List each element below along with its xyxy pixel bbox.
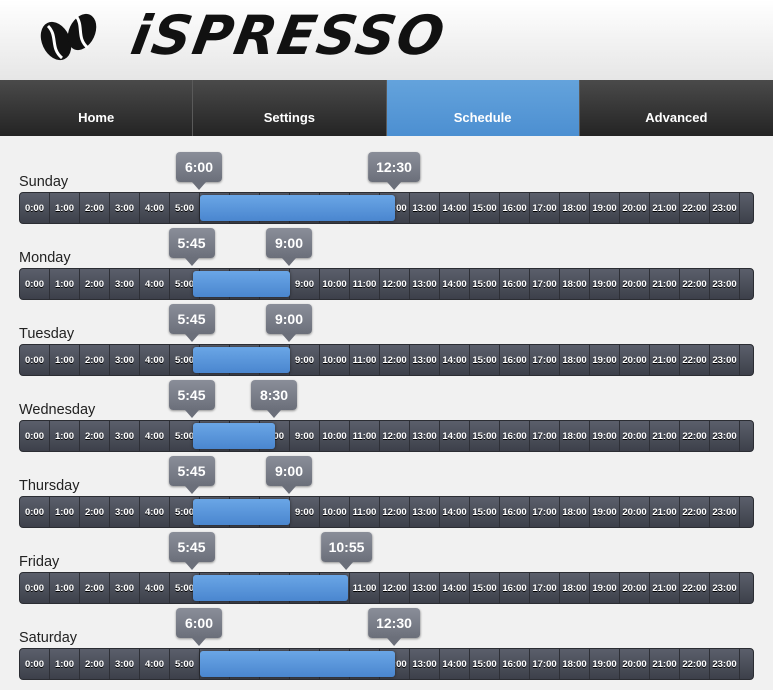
day-row-saturday: Saturday 0:001:002:003:004:005:006:007:00… (0, 592, 773, 680)
day-row-monday: Monday0:001:002:003:004:005:006:007:008:… (0, 212, 773, 300)
tab-settings[interactable]: Settings (193, 80, 387, 136)
hour-tick-label: 14:00 (440, 649, 470, 679)
end-time-handle[interactable]: 10:55 (320, 532, 373, 570)
end-time-handle[interactable]: 8:30 (251, 380, 297, 418)
tab-label: Settings (263, 110, 316, 125)
weekly-schedule: Sunday 0:001:002:003:004:005:006:007:008:… (0, 136, 773, 690)
time-slider-track[interactable]: 0:001:002:003:004:005:006:007:008:009:00… (19, 648, 754, 680)
hour-tick-label: 1:00 (50, 649, 80, 679)
hour-tick-label: 20:00 (620, 649, 650, 679)
header: iSPRESSO (0, 0, 773, 80)
hour-tick-label: 18:00 (560, 649, 590, 679)
tab-advanced[interactable]: Advanced (580, 80, 773, 136)
day-label: Friday (19, 554, 60, 570)
start-time-handle[interactable]: 5:45 (168, 532, 215, 570)
start-time-handle[interactable]: 6:00 (176, 152, 222, 190)
day-label: Monday (19, 250, 71, 266)
selected-time-range[interactable] (200, 651, 395, 677)
hour-tick-label: 15:00 (470, 649, 500, 679)
start-time-handle[interactable]: 5:45 (168, 304, 215, 342)
tab-label: Home (78, 110, 115, 125)
tab-home[interactable]: Home (0, 80, 194, 136)
day-row-friday: Friday0:001:002:003:004:005:006:007:008:… (0, 516, 773, 604)
hour-tick-label: 13:00 (410, 649, 440, 679)
start-time-handle[interactable]: 5:45 (168, 456, 215, 494)
brand-logo: iSPRESSO (126, 4, 451, 67)
day-label: Thursday (19, 478, 80, 494)
end-time-handle[interactable]: 9:00 (266, 304, 312, 342)
hour-tick-label: 2:00 (80, 649, 110, 679)
hour-tick-label: 23:00 (710, 649, 740, 679)
day-row-tuesday: Tuesday0:001:002:003:004:005:006:007:008… (0, 288, 773, 376)
start-time-handle[interactable]: 5:45 (168, 380, 215, 418)
coffee-bean-icon (40, 13, 97, 61)
hour-tick-label: 17:00 (530, 649, 560, 679)
hour-tick-label: 3:00 (110, 649, 140, 679)
day-label: Tuesday (19, 326, 75, 342)
main-nav: Home Settings Schedule Advanced (0, 80, 773, 136)
hour-tick-label: 5:00 (170, 649, 200, 679)
tab-schedule[interactable]: Schedule (386, 80, 580, 136)
end-time-handle[interactable]: 9:00 (266, 228, 312, 266)
tab-label: Advanced (645, 110, 708, 125)
end-time-handle[interactable]: 12:30 (368, 152, 420, 190)
day-row-wednesday: Wednesday0:001:002:003:004:005:006:007:0… (0, 364, 773, 452)
hour-tick-label: 21:00 (650, 649, 680, 679)
start-time-handle[interactable]: 6:00 (176, 608, 222, 646)
day-label: Saturday (19, 630, 78, 646)
day-label: Sunday (19, 174, 69, 190)
hour-tick-label: 19:00 (590, 649, 620, 679)
start-time-handle[interactable]: 5:45 (168, 228, 215, 266)
hour-tick-label: 22:00 (680, 649, 710, 679)
hour-tick-label: 4:00 (140, 649, 170, 679)
day-row-thursday: Thursday0:001:002:003:004:005:006:007:00… (0, 440, 773, 528)
hour-tick-label: 16:00 (500, 649, 530, 679)
hour-tick-label: 0:00 (20, 649, 50, 679)
day-row-sunday: Sunday0:001:002:003:004:005:006:007:008:… (0, 136, 773, 224)
end-time-handle[interactable]: 12:30 (368, 608, 420, 646)
tab-label: Schedule (453, 110, 512, 125)
day-label: Wednesday (19, 402, 96, 418)
end-time-handle[interactable]: 9:00 (266, 456, 312, 494)
